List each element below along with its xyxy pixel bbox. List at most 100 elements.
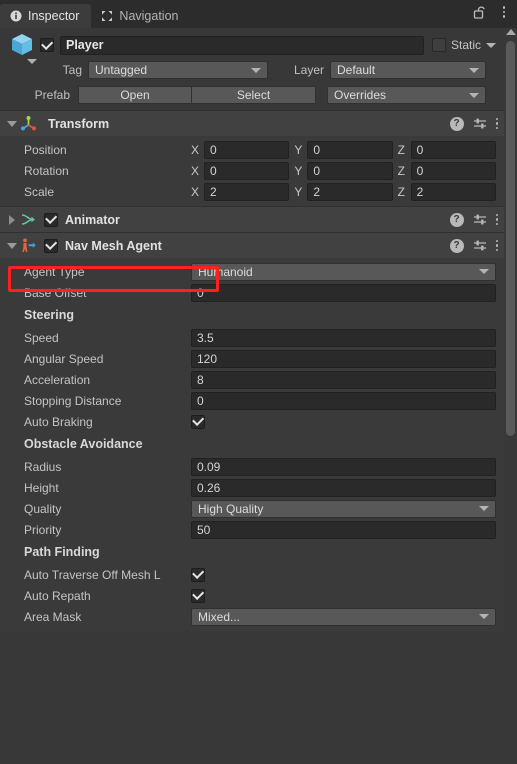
base-offset-input[interactable]: 0	[191, 283, 496, 302]
axis-z-label: Z	[397, 184, 405, 199]
agent-type-value: Humanoid	[198, 264, 253, 279]
chevron-down-icon	[479, 614, 489, 619]
vertical-scrollbar[interactable]	[504, 28, 517, 764]
agent-type-dropdown[interactable]: Humanoid	[191, 262, 496, 281]
chevron-down-icon	[469, 92, 479, 98]
info-icon	[10, 10, 22, 22]
unlocked-padlock-icon[interactable]	[470, 3, 488, 21]
component-title-animator: Animator	[65, 212, 120, 227]
scale-y: Y2	[294, 182, 393, 201]
layer-value: Default	[337, 63, 376, 77]
auto-traverse-off-mesh-l-label: Auto Traverse Off Mesh L	[24, 567, 161, 582]
chevron-down-icon	[469, 67, 479, 73]
prefab-cube-icon[interactable]	[8, 30, 38, 64]
tag-layer-row: Tag Untagged Layer Default	[8, 59, 496, 81]
position-y-input[interactable]: 0	[307, 140, 393, 159]
foldout-arrow-icon[interactable]	[6, 214, 17, 225]
gameobject-name-input[interactable]: Player	[60, 35, 424, 55]
section-title-path-finding: Path Finding	[0, 540, 504, 564]
radius-input[interactable]: 0.09	[191, 457, 496, 476]
axis-y-label: Y	[294, 142, 303, 157]
auto-repath-checkbox[interactable]	[191, 588, 205, 603]
position-z-input[interactable]: 0	[410, 140, 496, 159]
area-mask-dropdown[interactable]: Mixed...	[191, 607, 496, 626]
axis-x-label: X	[191, 184, 200, 199]
prefab-open-button[interactable]: Open	[78, 86, 191, 104]
scroll-up-arrow-icon[interactable]	[506, 29, 516, 35]
prefab-dropdown-caret-icon[interactable]	[27, 59, 37, 64]
component-header-nav-mesh-agent[interactable]: Nav Mesh Agent ?	[0, 232, 504, 258]
kebab-menu-icon[interactable]	[495, 239, 498, 252]
static-label: Static	[450, 38, 481, 52]
transform-gizmo-icon	[20, 115, 37, 132]
nav-mesh-agent-enabled-checkbox[interactable]	[44, 238, 58, 253]
tag-dropdown[interactable]: Untagged	[88, 61, 268, 79]
angular-speed-input[interactable]: 120	[191, 349, 496, 368]
scale-y-input[interactable]: 2	[307, 182, 393, 201]
tab-bar: Inspector Navigation	[0, 0, 517, 28]
quality-label: Quality	[24, 501, 62, 516]
component-header-transform[interactable]: Transform ?	[0, 110, 504, 136]
animator-enabled-checkbox[interactable]	[44, 212, 58, 227]
speed-input[interactable]: 3.5	[191, 328, 496, 347]
prefab-overrides-dropdown[interactable]: Overrides	[327, 86, 486, 104]
rotation-label: Rotation	[24, 163, 69, 178]
property-row-auto-braking: Auto Braking	[0, 411, 504, 432]
rotation-z-input[interactable]: 0	[410, 161, 496, 180]
section-title-steering: Steering	[0, 303, 504, 327]
prefab-overrides-value: Overrides	[334, 88, 387, 102]
foldout-arrow-icon[interactable]	[6, 240, 17, 251]
auto-traverse-off-mesh-l-checkbox[interactable]	[191, 567, 205, 582]
transform-scale-row: Scale X2 Y2 Z2	[0, 181, 504, 202]
gameobject-enabled-checkbox[interactable]	[40, 38, 54, 52]
agent-type-label: Agent Type	[24, 264, 85, 279]
prefab-select-button[interactable]: Select	[191, 86, 316, 104]
tab-navigation[interactable]: Navigation	[91, 4, 191, 28]
scale-z-input[interactable]: 2	[410, 182, 496, 201]
scale-x: X2	[191, 182, 290, 201]
height-input[interactable]: 0.26	[191, 478, 496, 497]
scrollbar-thumb[interactable]	[506, 41, 515, 436]
foldout-arrow-icon[interactable]	[6, 118, 17, 129]
scale-x-input[interactable]: 2	[204, 182, 290, 201]
static-checkbox[interactable]	[431, 38, 446, 52]
help-icon[interactable]: ?	[449, 116, 464, 131]
property-row-speed: Speed 3.5	[0, 327, 504, 348]
help-icon[interactable]: ?	[449, 212, 464, 227]
component-body-transform: Position X0 Y0 Z0 Rotation X0 Y0 Z0 Scal…	[0, 136, 504, 206]
chevron-down-icon	[479, 269, 489, 274]
preset-sliders-icon[interactable]	[473, 239, 487, 253]
area-mask-label: Area Mask	[24, 609, 82, 624]
area-mask-value: Mixed...	[198, 609, 241, 624]
tag-value: Untagged	[95, 63, 148, 77]
static-dropdown-caret-icon[interactable]	[486, 42, 496, 48]
quality-dropdown[interactable]: High Quality	[191, 499, 496, 518]
preset-sliders-icon[interactable]	[473, 213, 487, 227]
scale-z: Z2	[397, 182, 496, 201]
rotation-x-input[interactable]: 0	[204, 161, 290, 180]
layer-dropdown[interactable]: Default	[330, 61, 486, 79]
rotation-y-input[interactable]: 0	[307, 161, 393, 180]
stopping-distance-input[interactable]: 0	[191, 391, 496, 410]
help-icon[interactable]: ?	[449, 238, 464, 253]
component-body-nav-mesh-agent: Agent Type Humanoid Base Offset 0 Steering Sp…	[0, 258, 504, 631]
axis-y-label: Y	[294, 184, 303, 199]
component-header-animator[interactable]: Animator ?	[0, 206, 504, 232]
tab-inspector[interactable]: Inspector	[0, 4, 92, 28]
component-actions-transform: ?	[449, 116, 498, 131]
preset-sliders-icon[interactable]	[473, 117, 487, 131]
acceleration-input[interactable]: 8	[191, 370, 496, 389]
auto-braking-checkbox[interactable]	[191, 414, 205, 429]
property-row-agent-type: Agent Type Humanoid	[0, 261, 504, 282]
kebab-menu-icon[interactable]	[495, 3, 513, 21]
kebab-menu-icon[interactable]	[495, 117, 498, 130]
chevron-down-icon	[251, 67, 261, 73]
gameobject-name-value: Player	[66, 38, 104, 52]
position-x-input[interactable]: 0	[204, 140, 290, 159]
animator-icon	[20, 211, 37, 228]
transform-rotation-row: Rotation X0 Y0 Z0	[0, 160, 504, 181]
navmesh-agent-icon	[20, 237, 37, 254]
kebab-menu-icon[interactable]	[495, 213, 498, 226]
transform-position-row: Position X0 Y0 Z0	[0, 139, 504, 160]
priority-input[interactable]: 50	[191, 520, 496, 539]
